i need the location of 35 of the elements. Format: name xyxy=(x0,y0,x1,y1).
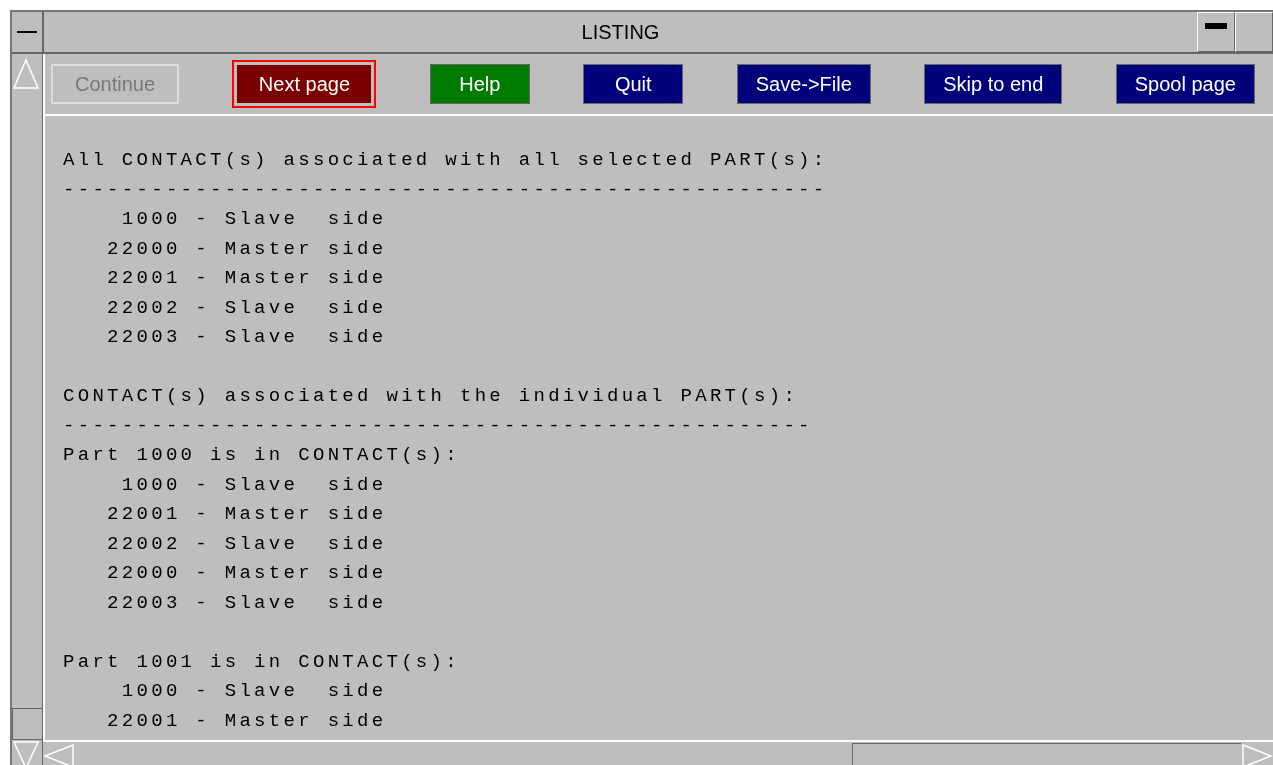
listing-line: 22002 - Slave side xyxy=(106,295,388,321)
listing-line: Part 1001 is in CONTACT(s): xyxy=(63,649,461,675)
minimize-button[interactable] xyxy=(1197,12,1235,52)
scroll-down-arrow-icon[interactable] xyxy=(12,740,40,765)
minimize-icon xyxy=(1205,23,1227,29)
listing-line: Part 1000 is in CONTACT(s): xyxy=(63,443,461,468)
scroll-left-arrow-icon[interactable] xyxy=(43,743,75,765)
toolbar-button[interactable]: Help xyxy=(429,64,530,104)
listing-line: 22003 - Slave side xyxy=(106,325,388,350)
listing-line: 22000 - Master side xyxy=(106,236,388,262)
listing-line: 22001 - Master side xyxy=(106,502,388,527)
listing-line: 22001 - Master side xyxy=(106,708,388,734)
listing-line: 1000 - Slave side xyxy=(120,679,388,704)
listing-line: All CONTACT(s) associated with all selected PART(s): xyxy=(63,148,829,173)
scroll-thumb[interactable] xyxy=(12,708,42,740)
listing-line: 22003 - Slave side xyxy=(106,590,388,616)
scroll-right-arrow-icon[interactable] xyxy=(1241,743,1273,765)
listing-line: 22002 - Slave side xyxy=(106,531,388,557)
maximize-button[interactable] xyxy=(1235,12,1273,52)
scroll-thumb[interactable] xyxy=(852,742,1241,765)
listing-line: 1000 - Slave side xyxy=(120,207,388,232)
listing-line: 22000 - Master side xyxy=(106,561,388,586)
listing-line: CONTACT(s) associated with the individual PART(s): xyxy=(63,384,800,409)
toolbar-button[interactable]: Spool page xyxy=(1115,64,1255,104)
toolbar-button[interactable]: Save->File xyxy=(736,64,871,104)
window-title: LISTING xyxy=(580,20,661,45)
listing-line: ---------------------------------------------------- xyxy=(63,177,829,203)
toolbar-button[interactable]: Quit xyxy=(583,64,684,104)
toolbar-button[interactable]: Next page xyxy=(232,60,377,108)
listing-line: 22001 - Master side xyxy=(106,266,388,291)
minus-icon xyxy=(17,30,37,34)
toolbar-button[interactable]: Skip to end xyxy=(924,64,1063,104)
listing-line: --------------------------------------------------- xyxy=(63,413,814,439)
listing-line: 1000 - Slave side xyxy=(120,472,388,498)
scroll-up-arrow-icon[interactable] xyxy=(12,58,40,90)
